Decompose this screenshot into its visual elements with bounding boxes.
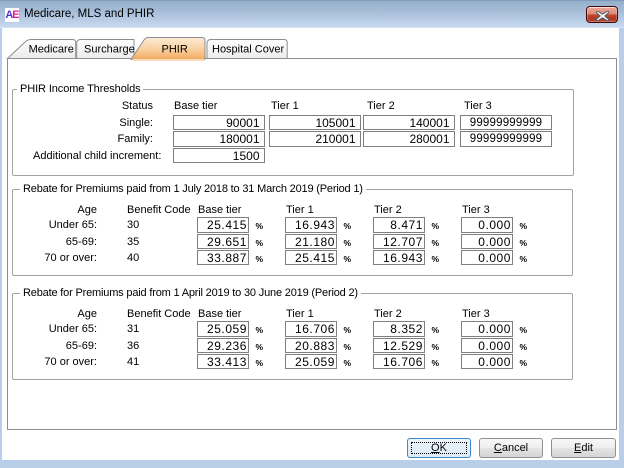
svg-text:Hospital Cover: Hospital Cover bbox=[212, 44, 284, 56]
svg-text:Surcharge: Surcharge bbox=[84, 44, 135, 56]
svg-text:Medicare: Medicare bbox=[29, 44, 74, 56]
svg-text:PHIR: PHIR bbox=[162, 44, 188, 56]
